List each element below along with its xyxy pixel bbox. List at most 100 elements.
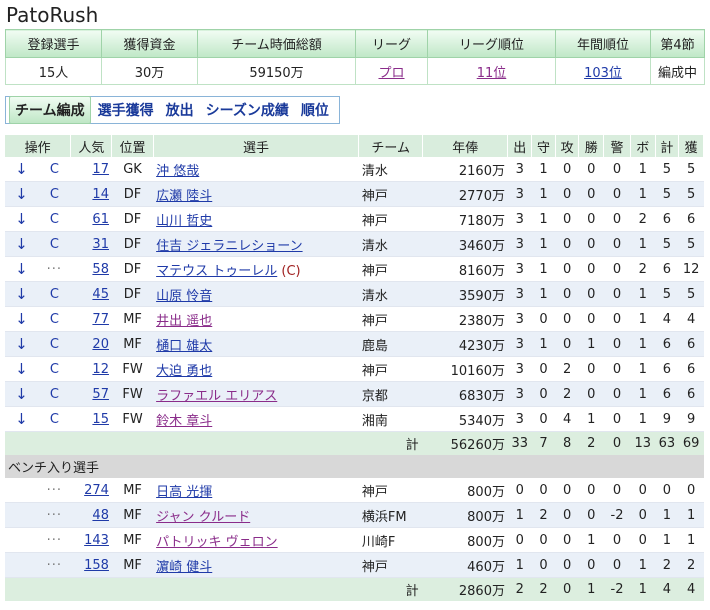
player-name-link[interactable]: 山川 哲史 xyxy=(156,214,212,229)
set-captain-button[interactable]: C xyxy=(50,337,59,352)
player-team: 神戸 xyxy=(358,478,423,503)
player-name-link[interactable]: ジャン クルード xyxy=(156,510,250,525)
bench-section-header: ベンチ入り選手 xyxy=(5,455,704,478)
summary-header-market-value: チーム時価総額 xyxy=(197,29,356,58)
tab-season-stats[interactable]: シーズン成績 xyxy=(201,97,294,123)
set-captain-button[interactable]: C xyxy=(50,362,59,377)
player-stat: 1 xyxy=(531,331,556,357)
popularity-link[interactable]: 45 xyxy=(92,287,109,302)
popularity-link[interactable]: 58 xyxy=(92,262,109,277)
player-row: ↓ C 15 FW 鈴木 章斗 湘南 5340万 3 0 4 1 0 1 9 9 xyxy=(5,406,704,432)
player-name-link[interactable]: 住吉 ジェラニレショーン xyxy=(156,239,302,254)
set-captain-button[interactable]: C xyxy=(50,287,59,302)
set-captain-button[interactable]: C xyxy=(50,312,59,327)
popularity-link[interactable]: 143 xyxy=(84,533,109,548)
popularity-link[interactable]: 15 xyxy=(92,412,109,427)
player-stat: 0 xyxy=(531,406,556,432)
player-position: GK xyxy=(111,157,154,182)
player-stat: 0 xyxy=(578,478,604,503)
player-position: FW xyxy=(111,356,154,382)
player-row: ↓ C 20 MF 樋口 雄太 鹿島 4230万 3 1 0 1 0 1 6 6 xyxy=(5,331,704,357)
set-captain-button[interactable]: C xyxy=(50,212,59,227)
player-name-link[interactable]: マテウス トゥーレル xyxy=(156,264,277,279)
player-stat: 0 xyxy=(603,206,631,232)
tab-standings[interactable]: 順位 xyxy=(296,97,334,123)
popularity-link[interactable]: 77 xyxy=(92,312,109,327)
player-stat: 5 xyxy=(655,181,679,207)
player-name-link[interactable]: ラファエル エリアス xyxy=(156,389,277,404)
move-down-icon[interactable]: ↓ xyxy=(15,385,28,403)
player-name-link[interactable]: パトリッキ ヴェロン xyxy=(156,535,278,550)
league-link[interactable]: プロ xyxy=(378,66,404,81)
set-captain-button[interactable]: C xyxy=(50,412,59,427)
player-row: ··· 158 MF 濵崎 健斗 神戸 460万 1 0 0 0 0 1 2 2 xyxy=(5,552,704,578)
set-captain-button[interactable]: C xyxy=(50,237,59,252)
move-down-icon[interactable]: ↓ xyxy=(15,335,28,353)
move-down-icon[interactable]: ↓ xyxy=(15,360,28,378)
league-rank-link[interactable]: 11位 xyxy=(477,66,507,81)
tab-team-formation[interactable]: チーム編成 xyxy=(9,96,91,124)
player-stat: 5 xyxy=(655,281,679,307)
tab-release[interactable]: 放出 xyxy=(161,97,199,123)
annual-rank-link[interactable]: 103位 xyxy=(584,66,622,81)
move-down-icon[interactable]: ↓ xyxy=(15,410,28,428)
set-captain-button[interactable]: C xyxy=(50,387,59,402)
player-name-link[interactable]: 山原 怜音 xyxy=(156,289,212,304)
popularity-link[interactable]: 31 xyxy=(92,237,109,252)
total-stat: 1 xyxy=(630,577,656,601)
popularity-link[interactable]: 61 xyxy=(92,212,109,227)
tab-player-acquire[interactable]: 選手獲得 xyxy=(93,97,159,123)
player-name-link[interactable]: 大迫 勇也 xyxy=(156,364,212,379)
player-team: 神戸 xyxy=(358,552,423,578)
header-popularity: 人気 xyxy=(70,135,113,157)
player-stat: 1 xyxy=(531,231,556,257)
player-stat: 9 xyxy=(655,406,679,432)
player-position: DF xyxy=(111,256,154,282)
move-down-icon[interactable]: ↓ xyxy=(15,310,28,328)
player-stat: 0 xyxy=(603,478,631,503)
player-name-link[interactable]: 樋口 雄太 xyxy=(156,339,212,354)
popularity-link[interactable]: 158 xyxy=(84,558,109,573)
player-team: 神戸 xyxy=(358,356,423,382)
player-stat: 3 xyxy=(507,381,532,407)
move-down-icon[interactable]: ↓ xyxy=(15,260,28,278)
player-stat: 2 xyxy=(678,552,704,578)
set-captain-button[interactable]: C xyxy=(50,162,59,177)
header-operation: 操作 xyxy=(5,135,72,157)
popularity-link[interactable]: 20 xyxy=(92,337,109,352)
player-name-link[interactable]: 沖 悠哉 xyxy=(156,164,199,179)
player-row: ··· 274 MF 日高 光揮 神戸 800万 0 0 0 0 0 0 0 0 xyxy=(5,478,704,503)
move-down-icon[interactable]: ↓ xyxy=(15,185,28,203)
set-captain-button[interactable]: C xyxy=(50,187,59,202)
move-down-icon[interactable]: ↓ xyxy=(15,210,28,228)
popularity-link[interactable]: 17 xyxy=(92,162,109,177)
player-stat: 5 xyxy=(655,231,679,257)
move-down-icon[interactable]: ↓ xyxy=(15,285,28,303)
player-name-link[interactable]: 広瀬 陸斗 xyxy=(156,189,212,204)
player-position: MF xyxy=(111,331,154,357)
move-down-icon[interactable]: ↓ xyxy=(15,160,28,178)
player-name-link[interactable]: 鈴木 章斗 xyxy=(156,414,212,429)
roster-table: 操作 人気 位置 選手 チーム 年俸 出 守 攻 勝 警 ボ 計 獲 ↓ C 17 G… xyxy=(5,135,704,601)
player-stat: 0 xyxy=(603,256,631,282)
player-stat: 3 xyxy=(507,256,532,282)
popularity-link[interactable]: 14 xyxy=(92,187,109,202)
player-name-link[interactable]: 濵崎 健斗 xyxy=(156,560,212,575)
popularity-link[interactable]: 12 xyxy=(92,362,109,377)
move-down-icon[interactable]: ↓ xyxy=(15,235,28,253)
player-name-link[interactable]: 日高 光揮 xyxy=(156,485,212,500)
player-stat: 0 xyxy=(507,478,532,503)
popularity-link[interactable]: 57 xyxy=(92,387,109,402)
player-stat: 4 xyxy=(555,406,579,432)
more-icon: ··· xyxy=(46,557,63,573)
player-team: 湘南 xyxy=(358,406,423,432)
popularity-link[interactable]: 274 xyxy=(84,483,109,498)
player-stat: 1 xyxy=(507,552,532,578)
popularity-link[interactable]: 48 xyxy=(92,508,109,523)
player-stat: 1 xyxy=(630,552,656,578)
header-position: 位置 xyxy=(111,135,154,157)
player-name-link[interactable]: 井出 遥也 xyxy=(156,314,212,329)
player-salary: 800万 xyxy=(422,478,508,503)
player-salary: 7180万 xyxy=(422,206,508,232)
player-stat: 1 xyxy=(678,527,704,553)
